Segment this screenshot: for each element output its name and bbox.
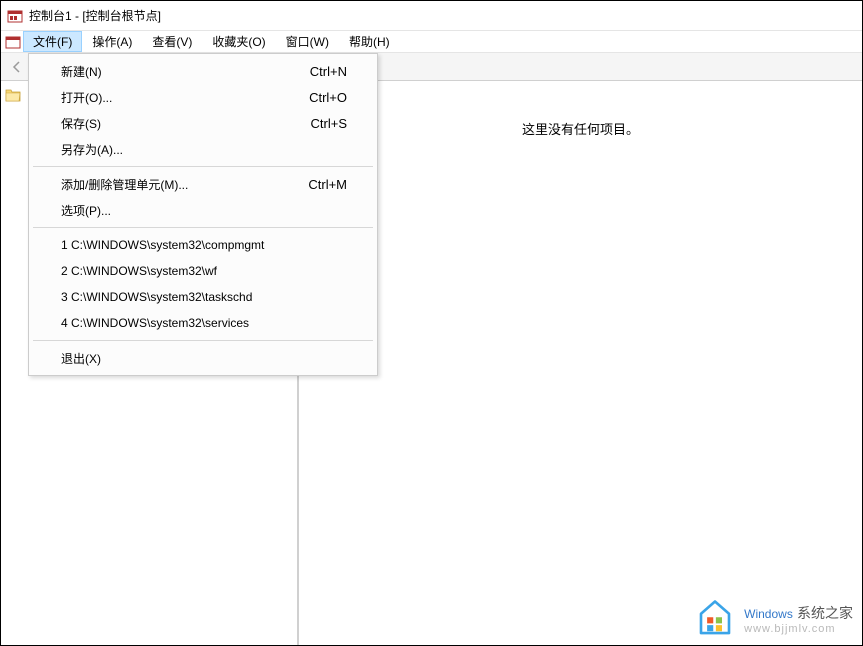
menu-item-new[interactable]: 新建(N) Ctrl+N: [31, 58, 375, 84]
menu-action[interactable]: 操作(A): [82, 31, 142, 52]
menu-label: 4 C:\WINDOWS\system32\services: [61, 316, 347, 330]
menu-label: 2 C:\WINDOWS\system32\wf: [61, 264, 347, 278]
menu-item-saveas[interactable]: 另存为(A)...: [31, 136, 375, 162]
watermark: Windows 系统之家 www.bjjmlv.com: [694, 598, 853, 640]
menu-item-recent-1[interactable]: 1 C:\WINDOWS\system32\compmgmt: [31, 232, 375, 258]
folder-icon: [5, 88, 21, 102]
menu-shortcut: Ctrl+S: [311, 116, 347, 131]
menu-label: 3 C:\WINDOWS\system32\taskschd: [61, 290, 347, 304]
menu-label: 1 C:\WINDOWS\system32\compmgmt: [61, 238, 347, 252]
menu-label: 添加/删除管理单元(M)...: [61, 176, 308, 193]
menu-item-exit[interactable]: 退出(X): [31, 345, 375, 371]
watermark-url: www.bjjmlv.com: [744, 623, 853, 635]
menu-label: 另存为(A)...: [61, 141, 347, 158]
watermark-brand: Windows 系统之家: [744, 603, 853, 623]
menubar: 文件(F) 操作(A) 查看(V) 收藏夹(O) 窗口(W) 帮助(H): [1, 31, 862, 53]
menu-label: 选项(P)...: [61, 202, 347, 219]
watermark-suffix: 系统之家: [797, 605, 853, 621]
menu-favorites[interactable]: 收藏夹(O): [202, 31, 275, 52]
menu-item-options[interactable]: 选项(P)...: [31, 197, 375, 223]
menubar-icon: [5, 34, 21, 50]
back-button[interactable]: [5, 55, 29, 79]
menu-item-recent-4[interactable]: 4 C:\WINDOWS\system32\services: [31, 310, 375, 336]
file-dropdown-menu: 新建(N) Ctrl+N 打开(O)... Ctrl+O 保存(S) Ctrl+…: [28, 53, 378, 376]
menu-shortcut: Ctrl+N: [310, 64, 347, 79]
menu-item-save[interactable]: 保存(S) Ctrl+S: [31, 110, 375, 136]
menu-item-recent-2[interactable]: 2 C:\WINDOWS\system32\wf: [31, 258, 375, 284]
menu-separator: [33, 166, 373, 167]
menu-separator: [33, 340, 373, 341]
menu-view[interactable]: 查看(V): [142, 31, 202, 52]
watermark-brand-word: Windows: [744, 607, 793, 621]
window-title: 控制台1 - [控制台根节点]: [29, 7, 161, 24]
menu-item-snapin[interactable]: 添加/删除管理单元(M)... Ctrl+M: [31, 171, 375, 197]
menu-label: 退出(X): [61, 350, 347, 367]
menu-separator: [33, 227, 373, 228]
menu-file[interactable]: 文件(F): [23, 31, 82, 52]
watermark-logo-icon: [694, 598, 736, 640]
menu-item-recent-3[interactable]: 3 C:\WINDOWS\system32\taskschd: [31, 284, 375, 310]
menu-label: 新建(N): [61, 63, 310, 80]
app-icon: [7, 8, 23, 24]
watermark-text: Windows 系统之家 www.bjjmlv.com: [744, 603, 853, 635]
main-panel: 这里没有任何项目。: [299, 81, 862, 645]
empty-message: 这里没有任何项目。: [522, 119, 639, 138]
menu-shortcut: Ctrl+O: [309, 90, 347, 105]
menu-help[interactable]: 帮助(H): [339, 31, 400, 52]
menu-shortcut: Ctrl+M: [308, 177, 347, 192]
menu-window[interactable]: 窗口(W): [276, 31, 339, 52]
menu-item-open[interactable]: 打开(O)... Ctrl+O: [31, 84, 375, 110]
titlebar: 控制台1 - [控制台根节点]: [1, 1, 862, 31]
menu-label: 保存(S): [61, 115, 311, 132]
menu-label: 打开(O)...: [61, 89, 309, 106]
